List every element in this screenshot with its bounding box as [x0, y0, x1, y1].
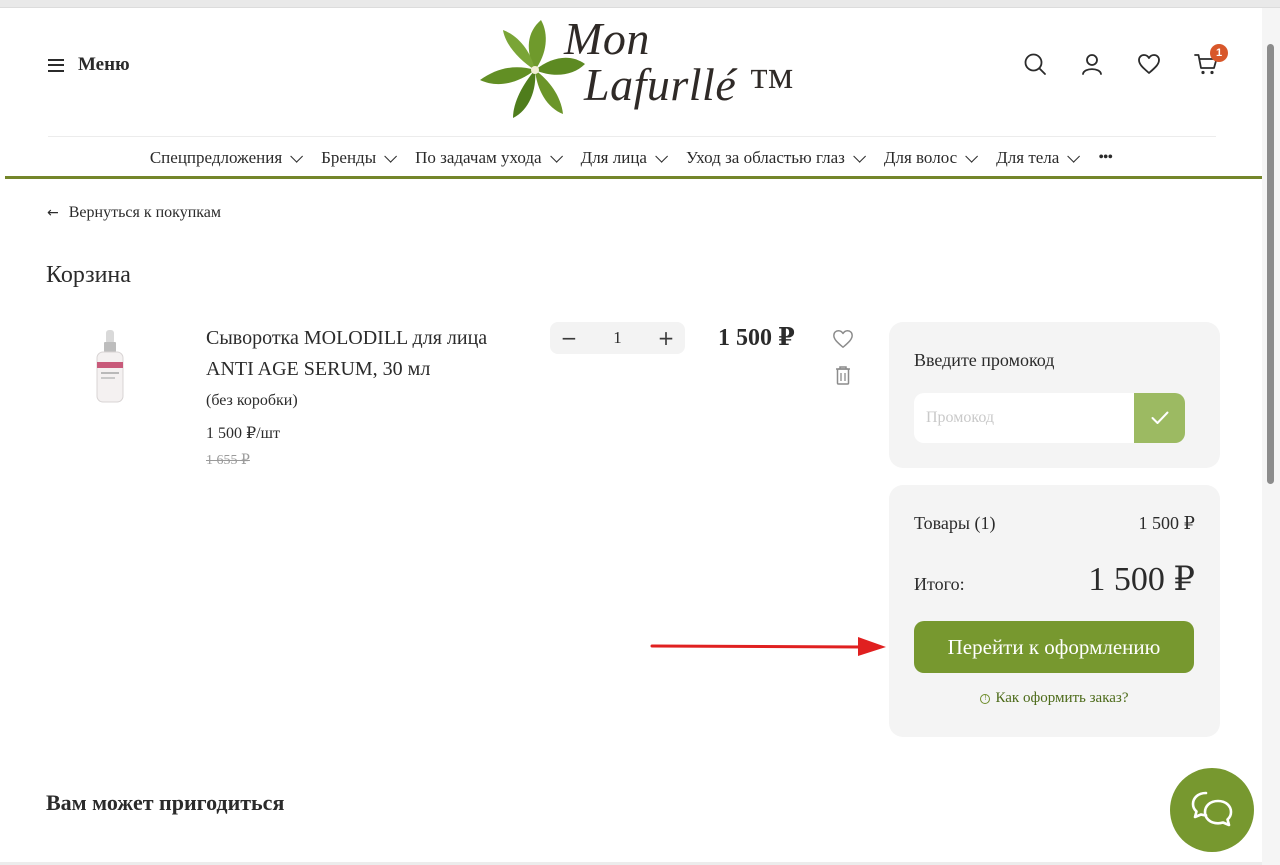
menu-label: Меню	[78, 54, 130, 75]
product-name[interactable]: Сыворотка MOLODILL для лица ANTI AGE SER…	[206, 323, 516, 385]
annotation-arrow-icon	[650, 637, 886, 656]
chat-bubbles-icon	[1191, 791, 1233, 827]
scrollbar-thumb[interactable]	[1267, 44, 1274, 484]
apply-promo-button[interactable]	[1134, 393, 1185, 443]
how-to-order-label: Как оформить заказ?	[995, 690, 1129, 706]
nav-item-label: Уход за областью глаз	[685, 148, 845, 167]
promo-code-card: Введите промокод	[889, 322, 1220, 468]
chevron-down-icon	[549, 149, 563, 163]
summary-total-value: 1 500 ₽	[1088, 561, 1195, 598]
nav-item-brands[interactable]: Бренды	[321, 148, 398, 168]
checkout-button[interactable]: Перейти к оформлению	[914, 621, 1194, 673]
recommendations-title: Вам может пригодиться	[46, 790, 285, 815]
product-old-price: 1 655 ₽	[206, 453, 250, 468]
promo-code-title: Введите промокод	[914, 350, 1055, 370]
nav-item-hair[interactable]: Для волос	[883, 148, 979, 168]
nav-item-body[interactable]: Для тела	[996, 148, 1081, 168]
page-title: Корзина	[46, 262, 131, 288]
summary-total-label: Итого:	[914, 574, 965, 594]
product-price: 1 500 ₽	[718, 325, 795, 351]
cart-icon[interactable]: 1	[1194, 44, 1228, 76]
promo-code-input[interactable]	[914, 393, 1136, 443]
menu-button[interactable]: Меню	[48, 54, 130, 76]
nav-item-care-tasks[interactable]: По задачам ухода	[415, 148, 563, 168]
check-icon	[1151, 411, 1168, 424]
nav-item-special-offers[interactable]: Спецпредложения	[149, 148, 304, 168]
how-to-order-link[interactable]: ! Как оформить заказ?	[889, 690, 1220, 707]
header-divider	[48, 136, 1216, 137]
nav-item-label: По задачам ухода	[415, 148, 542, 167]
scrollbar[interactable]	[1262, 8, 1280, 865]
summary-items-label: Товары (1)	[914, 513, 996, 533]
chat-button[interactable]	[1170, 768, 1254, 852]
site-logo[interactable]: Mon Lafurllé ™	[478, 10, 798, 122]
summary-items-value: 1 500 ₽	[1138, 513, 1195, 533]
nav-item-label: Спецпредложения	[149, 148, 283, 167]
delete-item-trash-icon[interactable]	[834, 365, 852, 385]
chevron-down-icon	[1067, 149, 1081, 163]
chevron-down-icon	[384, 149, 398, 163]
chevron-down-icon	[965, 149, 979, 163]
logo-text-lafurlle: Lafurllé ™	[584, 59, 794, 110]
back-link-label: Вернуться к покупкам	[68, 204, 222, 221]
cart-count-badge: 1	[1210, 44, 1228, 62]
nav-item-label: Для волос	[883, 148, 958, 167]
arrow-left-icon: ←	[47, 205, 59, 221]
heart-icon[interactable]	[1137, 52, 1161, 76]
hamburger-icon	[48, 58, 64, 72]
info-icon: !	[980, 693, 991, 704]
quantity-input[interactable]	[597, 328, 638, 348]
chevron-down-icon	[655, 149, 668, 163]
search-icon[interactable]	[1023, 52, 1047, 76]
quantity-stepper: − +	[550, 322, 685, 354]
window-top-edge	[0, 0, 1280, 8]
nav-more-icon[interactable]: •••	[1098, 149, 1113, 167]
add-to-favorites-heart-icon[interactable]	[832, 328, 854, 350]
product-image[interactable]	[80, 328, 140, 408]
decrease-quantity-button[interactable]: −	[560, 328, 578, 348]
nav-item-face[interactable]: Для лица	[580, 148, 668, 168]
order-summary-card: Товары (1) 1 500 ₽ Итого: 1 500 ₽ Перейт…	[889, 485, 1220, 737]
category-nav: Спецпредложения Бренды По задачам ухода …	[0, 143, 1262, 173]
chevron-down-icon	[853, 149, 866, 163]
nav-item-eye-care[interactable]: Уход за областью глаз	[685, 148, 866, 168]
chevron-down-icon	[290, 149, 304, 163]
back-to-shopping-link[interactable]: ← Вернуться к покупкам	[47, 204, 221, 222]
header-actions: 1	[1023, 44, 1228, 76]
user-icon[interactable]	[1080, 52, 1104, 76]
product-unit-price: 1 500 ₽/шт	[206, 425, 280, 442]
nav-item-label: Для тела	[996, 148, 1060, 167]
nav-accent-line	[5, 176, 1262, 179]
nav-item-label: Бренды	[321, 148, 377, 167]
nav-item-label: Для лица	[580, 148, 647, 167]
product-variant: (без коробки)	[206, 392, 298, 409]
increase-quantity-button[interactable]: +	[657, 328, 675, 348]
